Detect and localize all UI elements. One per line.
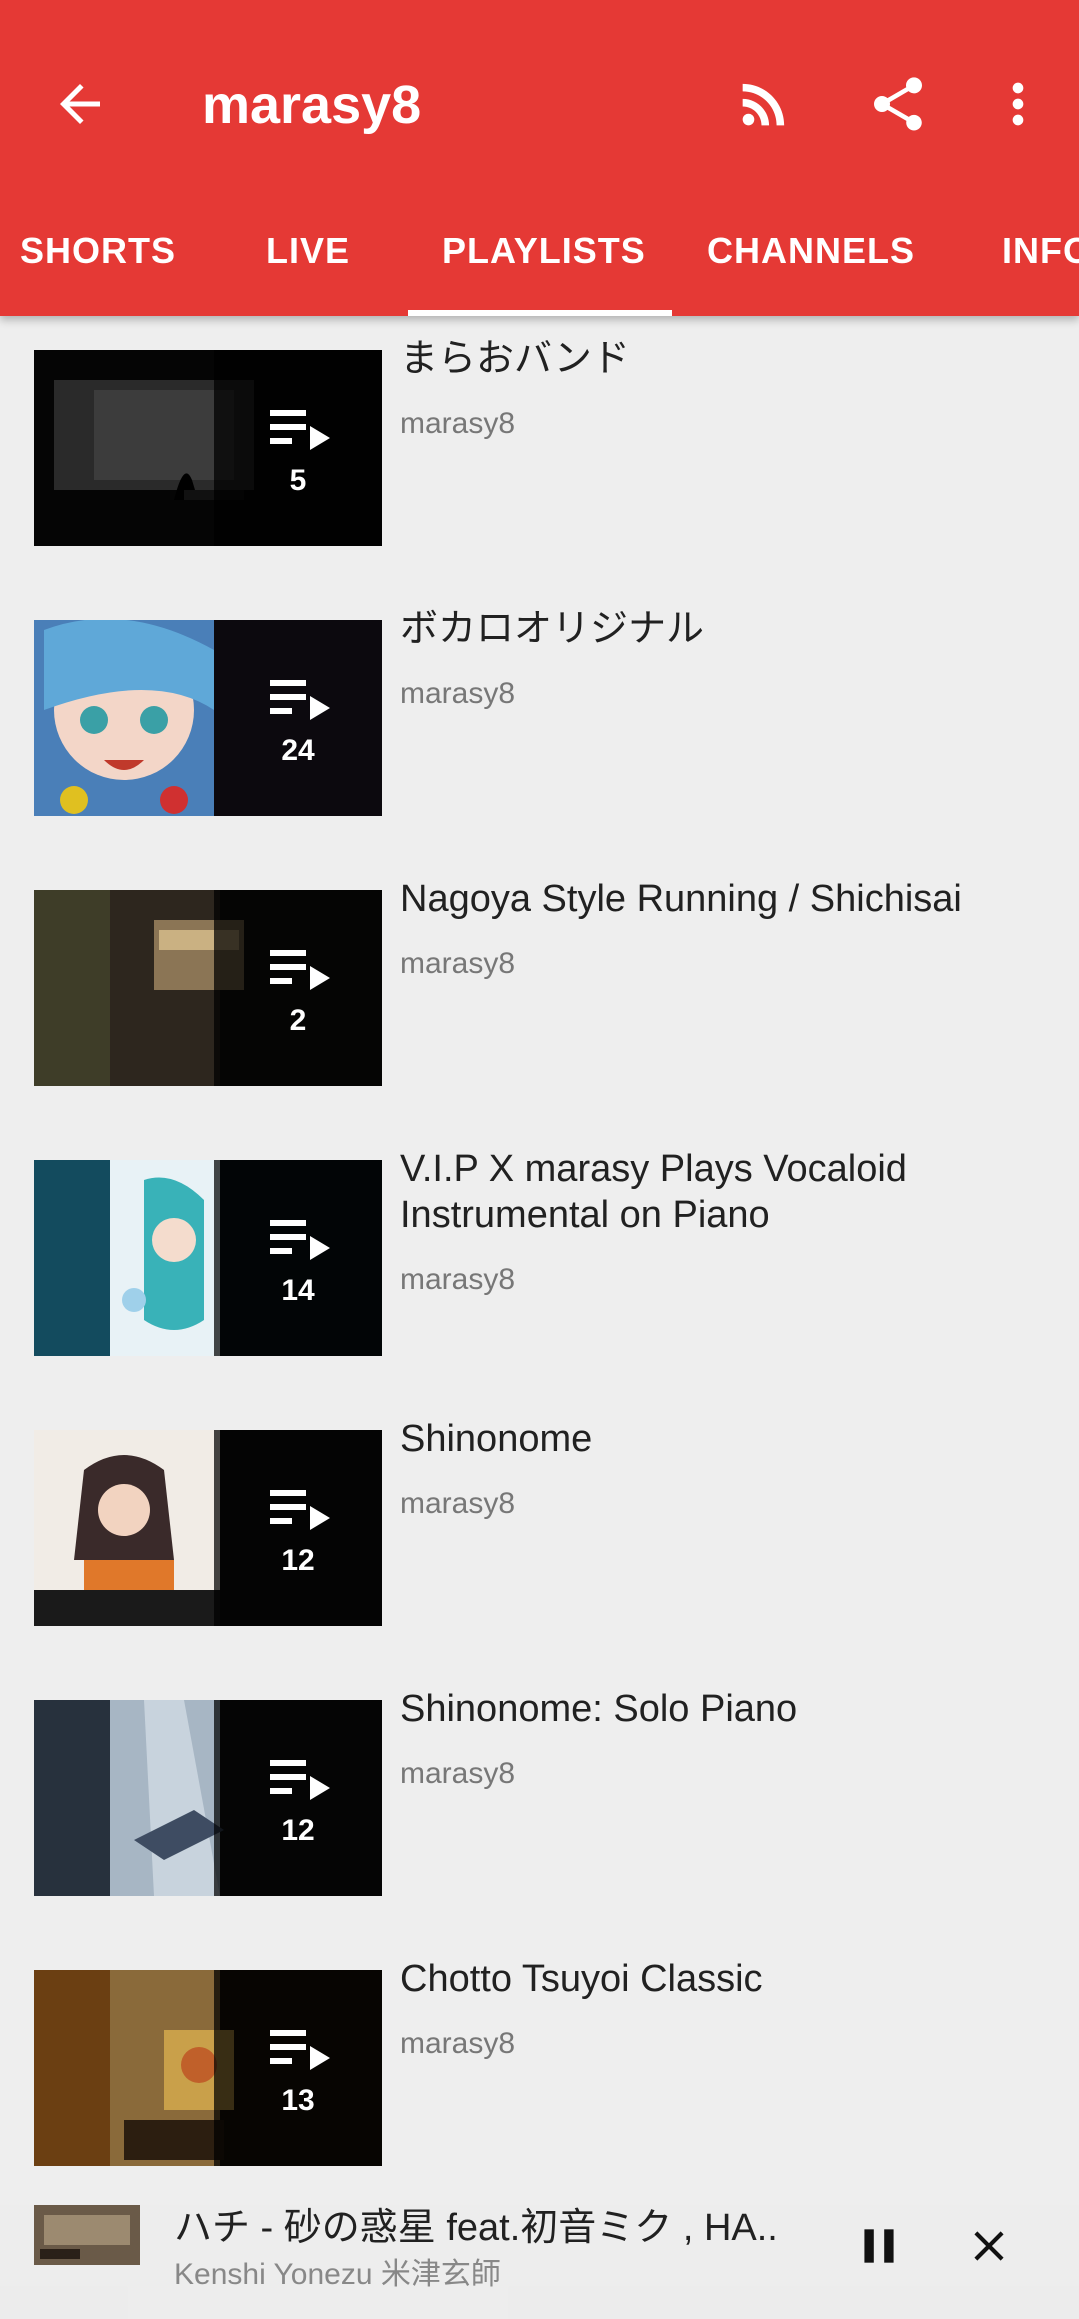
playlist-play-icon [270, 950, 330, 990]
playlist-uploader: marasy8 [400, 407, 516, 440]
playlist-item[interactable]: 12 Shinonome: Solo Piano marasy8 [0, 1666, 1079, 1936]
playlist-uploader: marasy8 [400, 1487, 516, 1520]
playlist-play-icon [270, 410, 330, 450]
tab-info[interactable]: INFO [1002, 230, 1079, 272]
now-playing-artist: Kenshi Yonezu 米津玄師 [174, 2258, 501, 2291]
video-count: 24 [281, 734, 315, 767]
playlist-play-icon [270, 1760, 330, 1800]
playlist-overlay: 12 [214, 1700, 382, 1896]
close-icon[interactable] [964, 2221, 1014, 2271]
playlist-overlay: 14 [214, 1160, 382, 1356]
pause-icon[interactable] [854, 2221, 904, 2271]
playlist-overlay: 5 [214, 350, 382, 546]
playlist-item[interactable]: 12 Shinonome marasy8 [0, 1396, 1079, 1666]
playlist-uploader: marasy8 [400, 947, 516, 980]
app-bar: marasy8 SHORTS LIVE PLAYLISTS CHANNELS I… [0, 0, 1079, 316]
video-count: 12 [281, 1544, 315, 1577]
video-count: 2 [289, 1004, 307, 1037]
video-count: 12 [281, 1814, 315, 1847]
playlist-item[interactable]: 2 Nagoya Style Running / Shichisai maras… [0, 856, 1079, 1126]
playlist-thumbnail: 2 [34, 890, 382, 1086]
playlist-title: まらおバンド [400, 338, 630, 380]
playlist-item[interactable]: 5 まらおバンド marasy8 [0, 316, 1079, 586]
playlist-thumbnail: 14 [34, 1160, 382, 1356]
tab-live[interactable]: LIVE [266, 230, 350, 272]
playlist-overlay: 2 [214, 890, 382, 1086]
playlist-uploader: marasy8 [400, 2027, 516, 2060]
playlist-uploader: marasy8 [400, 1263, 516, 1296]
playlist-title: ボカロオリジナル [400, 608, 705, 650]
playlist-overlay: 24 [214, 620, 382, 816]
playlist-item[interactable]: 14 V.I.P X marasy Plays Vocaloid Instrum… [0, 1126, 1079, 1396]
rss-icon[interactable] [732, 72, 796, 136]
playlist-play-icon [270, 2030, 330, 2070]
playlist-thumbnail: 12 [34, 1430, 382, 1626]
tab-shorts[interactable]: SHORTS [20, 230, 176, 272]
video-count: 13 [281, 2084, 315, 2117]
playlist-title: Nagoya Style Running / Shichisai [400, 878, 962, 920]
playlist-title: Shinonome [400, 1418, 593, 1460]
tab-playlists[interactable]: PLAYLISTS [442, 230, 646, 272]
video-count: 14 [281, 1274, 315, 1307]
mini-player-thumbnail [34, 2205, 140, 2265]
playlist-thumbnail: 5 [34, 350, 382, 546]
playlist-title: Shinonome: Solo Piano [400, 1688, 798, 1730]
video-count: 5 [289, 464, 307, 497]
playlist-thumbnail: 12 [34, 1700, 382, 1896]
playlist-title: Chotto Tsuyoi Classic [400, 1958, 763, 2000]
playlist-thumbnail: 24 [34, 620, 382, 816]
mini-player[interactable]: ハチ - 砂の惑星 feat.初音ミク , HA.. Kenshi Yonezu… [0, 2205, 1079, 2319]
now-playing-title: ハチ - 砂の惑星 feat.初音ミク , HA.. [174, 2207, 778, 2249]
playlist-overlay: 12 [214, 1430, 382, 1626]
playlist-overlay: 13 [214, 1970, 382, 2166]
tab-bar: SHORTS LIVE PLAYLISTS CHANNELS INFO [0, 210, 1079, 316]
playlist-uploader: marasy8 [400, 677, 516, 710]
tab-channels[interactable]: CHANNELS [707, 230, 915, 272]
page-title: marasy8 [202, 75, 422, 135]
playlist-play-icon [270, 1220, 330, 1260]
playlist-title: V.I.P X marasy Plays Vocaloid Instrument… [400, 1148, 907, 1236]
playlist-item[interactable]: 24 ボカロオリジナル marasy8 [0, 586, 1079, 856]
arrow-back-icon[interactable] [50, 74, 110, 134]
share-icon[interactable] [866, 72, 930, 136]
playlist-item[interactable]: 13 Chotto Tsuyoi Classic marasy8 [0, 1936, 1079, 2206]
more-vert-icon[interactable] [986, 72, 1050, 136]
playlist-uploader: marasy8 [400, 1757, 516, 1790]
playlist-play-icon [270, 1490, 330, 1530]
playlist-play-icon [270, 680, 330, 720]
playlist-thumbnail: 13 [34, 1970, 382, 2166]
tab-indicator [408, 310, 672, 316]
